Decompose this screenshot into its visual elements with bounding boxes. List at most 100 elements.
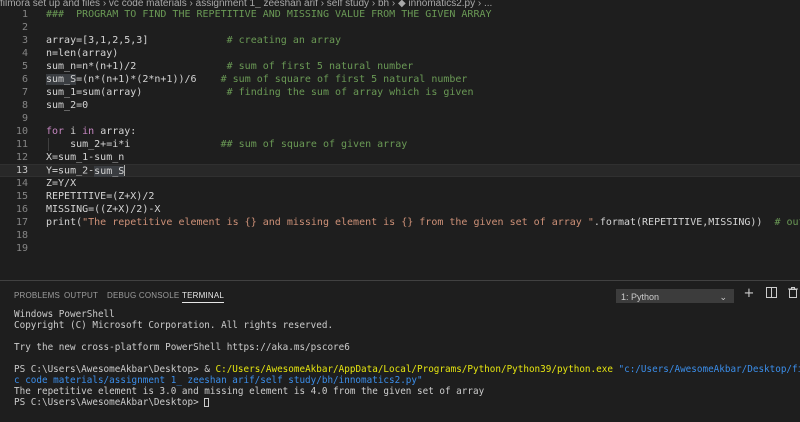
line-number: 17 <box>0 216 28 229</box>
code-token: # output <box>775 217 800 228</box>
code-line[interactable]: 9 <box>0 112 800 125</box>
line-number: 15 <box>0 190 28 203</box>
code-text: REPETITIVE=(Z+X)/2 <box>46 190 154 203</box>
code-token: Z=Y/X <box>46 178 76 189</box>
line-number: 2 <box>0 21 28 34</box>
code-line[interactable]: 8 sum_2=0 <box>0 99 800 112</box>
code-line[interactable]: 5 sum_n=n*(n+1)/2 # sum of first 5 natura… <box>0 60 800 73</box>
code-token: # sum of square of first 5 natural numbe… <box>221 74 468 85</box>
code-token: sum_S <box>46 74 76 85</box>
code-token: ## sum of square of given array <box>221 139 408 150</box>
code-token: =(n*(n+1)*(2*n+1))/6 <box>76 74 221 85</box>
code-token: n=len(array) <box>46 48 118 59</box>
code-line[interactable]: 11 sum_2+=i*i ## sum of square of given … <box>0 138 800 151</box>
code-token: "The repetitive element is {} and missin… <box>82 217 594 228</box>
split-icon[interactable] <box>764 287 778 301</box>
code-line[interactable]: 4n=len(array) <box>0 47 800 60</box>
code-text: ### PROGRAM TO FIND THE REPETITIVE AND M… <box>46 8 492 21</box>
code-token: # sum of first 5 natural number <box>227 61 414 72</box>
code-token: REPETITIVE=(Z+X)/2 <box>46 191 154 202</box>
bottom-panel: PROBLEMS OUTPUT DEBUG CONSOLE TERMINAL 1… <box>0 280 800 422</box>
code-line[interactable]: 15 REPETITIVE=(Z+X)/2 <box>0 190 800 203</box>
code-text: sum_2=0 <box>46 99 88 112</box>
code-text: sum_1=sum(array) # finding the sum of ar… <box>46 86 473 99</box>
code-text: sum_S=(n*(n+1)*(2*n+1))/6 # sum of squar… <box>46 73 467 86</box>
code-text: n=len(array) <box>46 47 118 60</box>
terminal-text: Windows PowerShell <box>14 309 115 320</box>
code-token: for <box>46 126 64 137</box>
terminal-text: Copyright (C) Microsoft Corporation. All… <box>14 320 333 331</box>
terminal-text: Try the new cross-platform PowerShell ht… <box>14 342 350 353</box>
tab-problems[interactable]: PROBLEMS <box>14 291 60 300</box>
line-number: 18 <box>0 229 28 242</box>
code-text: array=[3,1,2,5,3] # creating an array <box>46 34 341 47</box>
terminal-text: The repetitive element is 3.0 and missin… <box>14 386 484 397</box>
code-line[interactable]: 3 array=[3,1,2,5,3] # creating an array <box>0 34 800 47</box>
terminal-text: c code materials/assignment 1_ zeeshan a… <box>14 375 423 386</box>
code-line[interactable]: 1 ### PROGRAM TO FIND THE REPETITIVE AND … <box>0 8 800 21</box>
line-number: 7 <box>0 86 28 99</box>
code-token: MISSING=((Z+X)/2)-X <box>46 204 160 215</box>
terminal-line: c code materials/assignment 1_ zeeshan a… <box>14 375 800 386</box>
terminal-line <box>14 353 800 364</box>
tab-debug-console[interactable]: DEBUG CONSOLE <box>107 291 179 300</box>
code-text: X=sum_1-sum_n <box>46 151 124 164</box>
code-line[interactable]: 2 <box>0 21 800 34</box>
terminal-text: PS C:\Users\AwesomeAkbar\Desktop> <box>14 397 204 408</box>
code-line[interactable]: 16MISSING=((Z+X)/2)-X <box>0 203 800 216</box>
code-token: in <box>82 126 94 137</box>
terminal-line: Copyright (C) Microsoft Corporation. All… <box>14 320 800 331</box>
line-number: 5 <box>0 60 28 73</box>
tab-terminal[interactable]: TERMINAL <box>182 291 224 303</box>
code-token: array: <box>94 126 136 137</box>
breadcrumb-path[interactable]: filmora set up and files › vc code mater… <box>0 0 492 8</box>
code-token: X=sum_1-sum_n <box>46 152 124 163</box>
terminal-text: & <box>204 364 215 375</box>
code-line[interactable]: 14 Z=Y/X <box>0 177 800 190</box>
line-number: 12 <box>0 151 28 164</box>
line-number: 1 <box>0 8 28 21</box>
terminal-output[interactable]: Windows PowerShellCopyright (C) Microsof… <box>14 309 800 421</box>
terminal-line: The repetitive element is 3.0 and missin… <box>14 386 800 397</box>
chevron-down-icon: ⌄ <box>719 290 727 304</box>
plus-icon[interactable]: + <box>742 287 756 301</box>
trash-icon[interactable] <box>786 287 800 301</box>
code-line[interactable]: 6 sum_S=(n*(n+1)*(2*n+1))/6 # sum of squa… <box>0 73 800 86</box>
code-token: Y=sum_2- <box>46 166 94 177</box>
terminal-line: PS C:\Users\AwesomeAkbar\Desktop> <box>14 397 800 408</box>
line-number: 14 <box>0 177 28 190</box>
code-line[interactable]: 7 sum_1=sum(array) # finding the sum of a… <box>0 86 800 99</box>
line-number: 9 <box>0 112 28 125</box>
terminal-text: C:/Users/AwesomeAkbar/AppData/Local/Prog… <box>216 364 613 375</box>
panel-tabs: PROBLEMS OUTPUT DEBUG CONSOLE TERMINAL 1… <box>0 281 800 307</box>
code-line[interactable]: 10 for i in array: <box>0 125 800 138</box>
line-number: 19 <box>0 242 28 255</box>
code-token: print( <box>46 217 82 228</box>
code-token: sum_S <box>94 166 124 177</box>
breadcrumb[interactable]: filmora set up and files › vc code mater… <box>0 0 800 8</box>
terminal-line: PS C:\Users\AwesomeAkbar\Desktop> & C:/U… <box>14 364 800 375</box>
terminal-select-value: 1: Python <box>621 292 659 302</box>
line-number: 10 <box>0 125 28 138</box>
tab-output[interactable]: OUTPUT <box>64 291 98 300</box>
code-text: sum_n=n*(n+1)/2 # sum of first 5 natural… <box>46 60 413 73</box>
code-token: # creating an array <box>227 35 341 46</box>
line-number: 3 <box>0 34 28 47</box>
terminal-line <box>14 331 800 342</box>
code-line[interactable]: 13Y=sum_2-sum_S <box>0 164 800 177</box>
line-number: 6 <box>0 73 28 86</box>
terminal-cursor <box>204 398 209 407</box>
code-line[interactable]: 19 <box>0 242 800 255</box>
code-token: sum_1=sum(array) <box>46 87 227 98</box>
text-cursor <box>124 165 125 176</box>
terminal-select[interactable]: 1: Python ⌄ <box>616 289 734 303</box>
code-text: Y=sum_2-sum_S <box>46 165 125 177</box>
code-text: for i in array: <box>46 125 136 138</box>
code-line[interactable]: 12 X=sum_1-sum_n <box>0 151 800 164</box>
line-number: 11 <box>0 138 28 151</box>
code-line[interactable]: 18 <box>0 229 800 242</box>
code-token: i <box>64 126 82 137</box>
code-line[interactable]: 17 print("The repetitive element is {} an… <box>0 216 800 229</box>
code-editor[interactable]: 1 ### PROGRAM TO FIND THE REPETITIVE AND … <box>0 8 800 280</box>
line-number: 8 <box>0 99 28 112</box>
